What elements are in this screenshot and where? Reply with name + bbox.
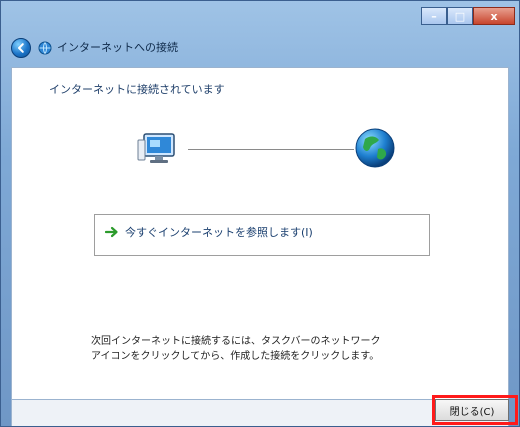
globe-icon [355,128,395,168]
back-button[interactable] [11,38,31,58]
browse-now-box: 今すぐインターネットを参照します(I) [94,214,430,256]
instruction-line-2: アイコンをクリックしてから、作成した接続をクリックします。 [91,351,380,362]
connection-line [188,149,354,150]
minimize-label: – [431,9,437,23]
maximize-label: □ [454,9,466,23]
maximize-button[interactable]: □ [447,7,473,25]
close-window-label: x [490,9,498,23]
dialog-window: インターネットへの接続 – □ x インターネットに接続されています 今すぐイン… [0,0,520,427]
computer-icon [137,133,175,163]
close-window-button[interactable]: x [473,7,515,25]
network-connection-icon [37,40,53,56]
instruction-line-1: 次回インターネットに接続するには、タスクバーのネットワーク [91,336,381,347]
content-area: インターネットに接続されています 今すぐインターネットを参照します(I) 次回イ… [11,67,509,400]
back-arrow-icon [18,43,24,53]
connection-illustration [136,125,406,175]
browse-link-label: 今すぐインターネットを参照します(I) [125,226,313,239]
window-title: インターネットへの接続 [57,41,178,54]
caption-buttons: – □ x [421,7,515,25]
title-bar: インターネットへの接続 – □ x [1,1,520,65]
browse-internet-link[interactable]: 今すぐインターネットを参照します(I) [105,224,313,240]
close-button[interactable]: 閉じる(C) [435,399,509,421]
green-arrow-icon [105,226,118,238]
status-heading: インターネットに接続されています [49,83,225,96]
minimize-button[interactable]: – [421,7,447,25]
instruction-text: 次回インターネットに接続するには、タスクバーのネットワーク アイコンをクリックし… [91,334,411,364]
